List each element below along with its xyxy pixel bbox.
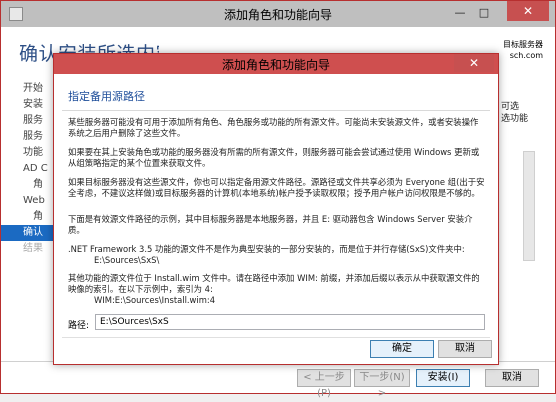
example1-path: E:\Sources\SxS\ [94,255,160,265]
path-label: 路径: [68,321,90,331]
dialog-body: 指定备用源路径 某些服务器可能没有可用于添加所有角色、角色服务或功能的所有源文件… [54,74,498,364]
target-server-name: sch.com [509,51,543,60]
dialog-close-button[interactable]: ✕ [454,54,494,72]
scrollbar[interactable] [523,151,535,261]
target-server: 目标服务器 sch.com [503,39,543,61]
heading-divider [62,110,490,111]
dialog-cancel-button[interactable]: 取消 [438,340,492,358]
path-input[interactable] [95,314,485,330]
paragraph: 如果目标服务器没有这些源文件，你也可以指定备用源文件路径。源路径或文件共享必须为… [68,177,485,198]
install-button[interactable]: 安装(I) [416,369,470,387]
target-server-label: 目标服务器 [503,40,543,49]
example2-text: 其他功能的源文件位于 Install.wim 文件中。请在路径中添加 WIM: … [68,273,480,294]
right-pane-text: 可选 [501,102,520,112]
right-pane: 可选 选功能 [501,101,541,361]
dialog-heading: 指定备用源路径 [68,90,145,103]
maximize-icon[interactable]: □ [475,5,493,21]
dialog-titlebar: 添加角色和功能向导 ✕ [54,54,498,74]
cancel-button[interactable]: 取消 [485,369,539,387]
example2-path: WIM:E:\Sources\Install.wim:4 [94,295,216,305]
dialog-title: 添加角色和功能向导 [221,58,330,72]
right-pane-text: 选功能 [501,114,529,124]
button-divider [62,337,490,338]
paragraph: 如果要在其上安装角色或功能的服务器没有所需的所有源文件，则服务器可能会尝试通过使… [68,147,480,168]
paragraph: 某些服务器可能没有可用于添加所有角色、角色服务或功能的所有源文件。可能尚未安装源… [68,117,479,138]
wizard-title: 添加角色和功能向导 [223,8,332,22]
ok-button[interactable]: 确定 [370,340,434,358]
next-button[interactable]: 下一步(N) > [354,369,410,399]
source-path-dialog: 添加角色和功能向导 ✕ 指定备用源路径 某些服务器可能没有可用于添加所有角色、角… [53,53,499,365]
wizard-titlebar: 添加角色和功能向导 — □ ✕ [1,1,555,27]
example1-text: .NET Framework 3.5 功能的源文件不是作为典型安装的一部分安装的… [68,244,465,254]
paragraph: 下面是有效源文件路径的示例，其中目标服务器是本地服务器，并且 E: 驱动器包含 … [68,214,473,235]
minimize-icon[interactable]: — [451,5,469,21]
close-button[interactable]: ✕ [507,1,549,21]
prev-button[interactable]: < 上一步(P) [297,369,351,399]
